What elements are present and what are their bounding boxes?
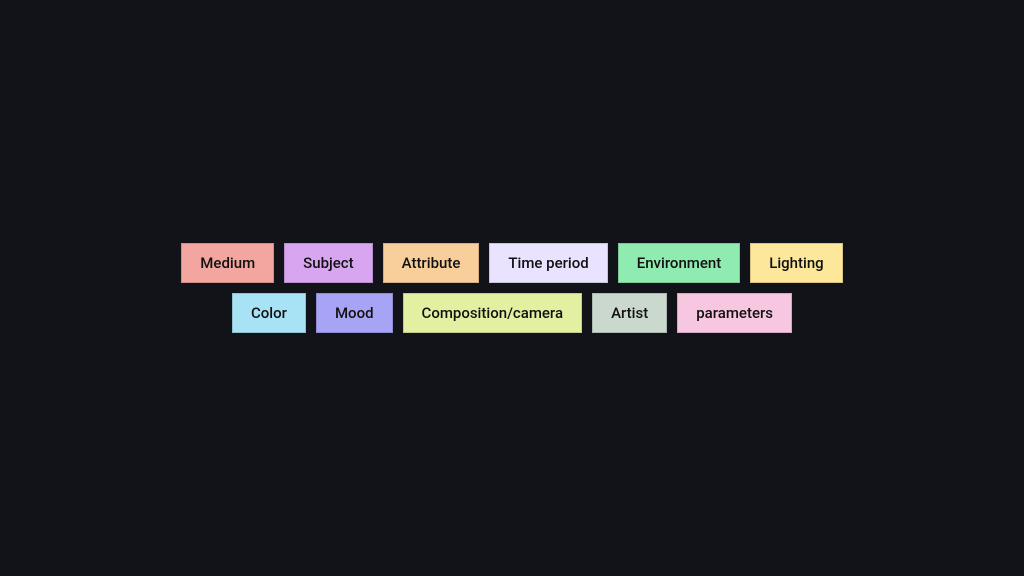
tag-color: Color	[232, 293, 306, 333]
tag-environment: Environment	[618, 243, 741, 283]
tag-composition-camera: Composition/camera	[403, 293, 583, 333]
tag-attribute: Attribute	[383, 243, 480, 283]
tag-artist: Artist	[592, 293, 667, 333]
tag-subject: Subject	[284, 243, 372, 283]
tag-container: Medium Subject Attribute Time period Env…	[162, 243, 862, 333]
tag-mood: Mood	[316, 293, 393, 333]
tag-parameters: parameters	[677, 293, 792, 333]
tag-time-period: Time period	[489, 243, 607, 283]
tag-medium: Medium	[181, 243, 274, 283]
tag-lighting: Lighting	[750, 243, 842, 283]
